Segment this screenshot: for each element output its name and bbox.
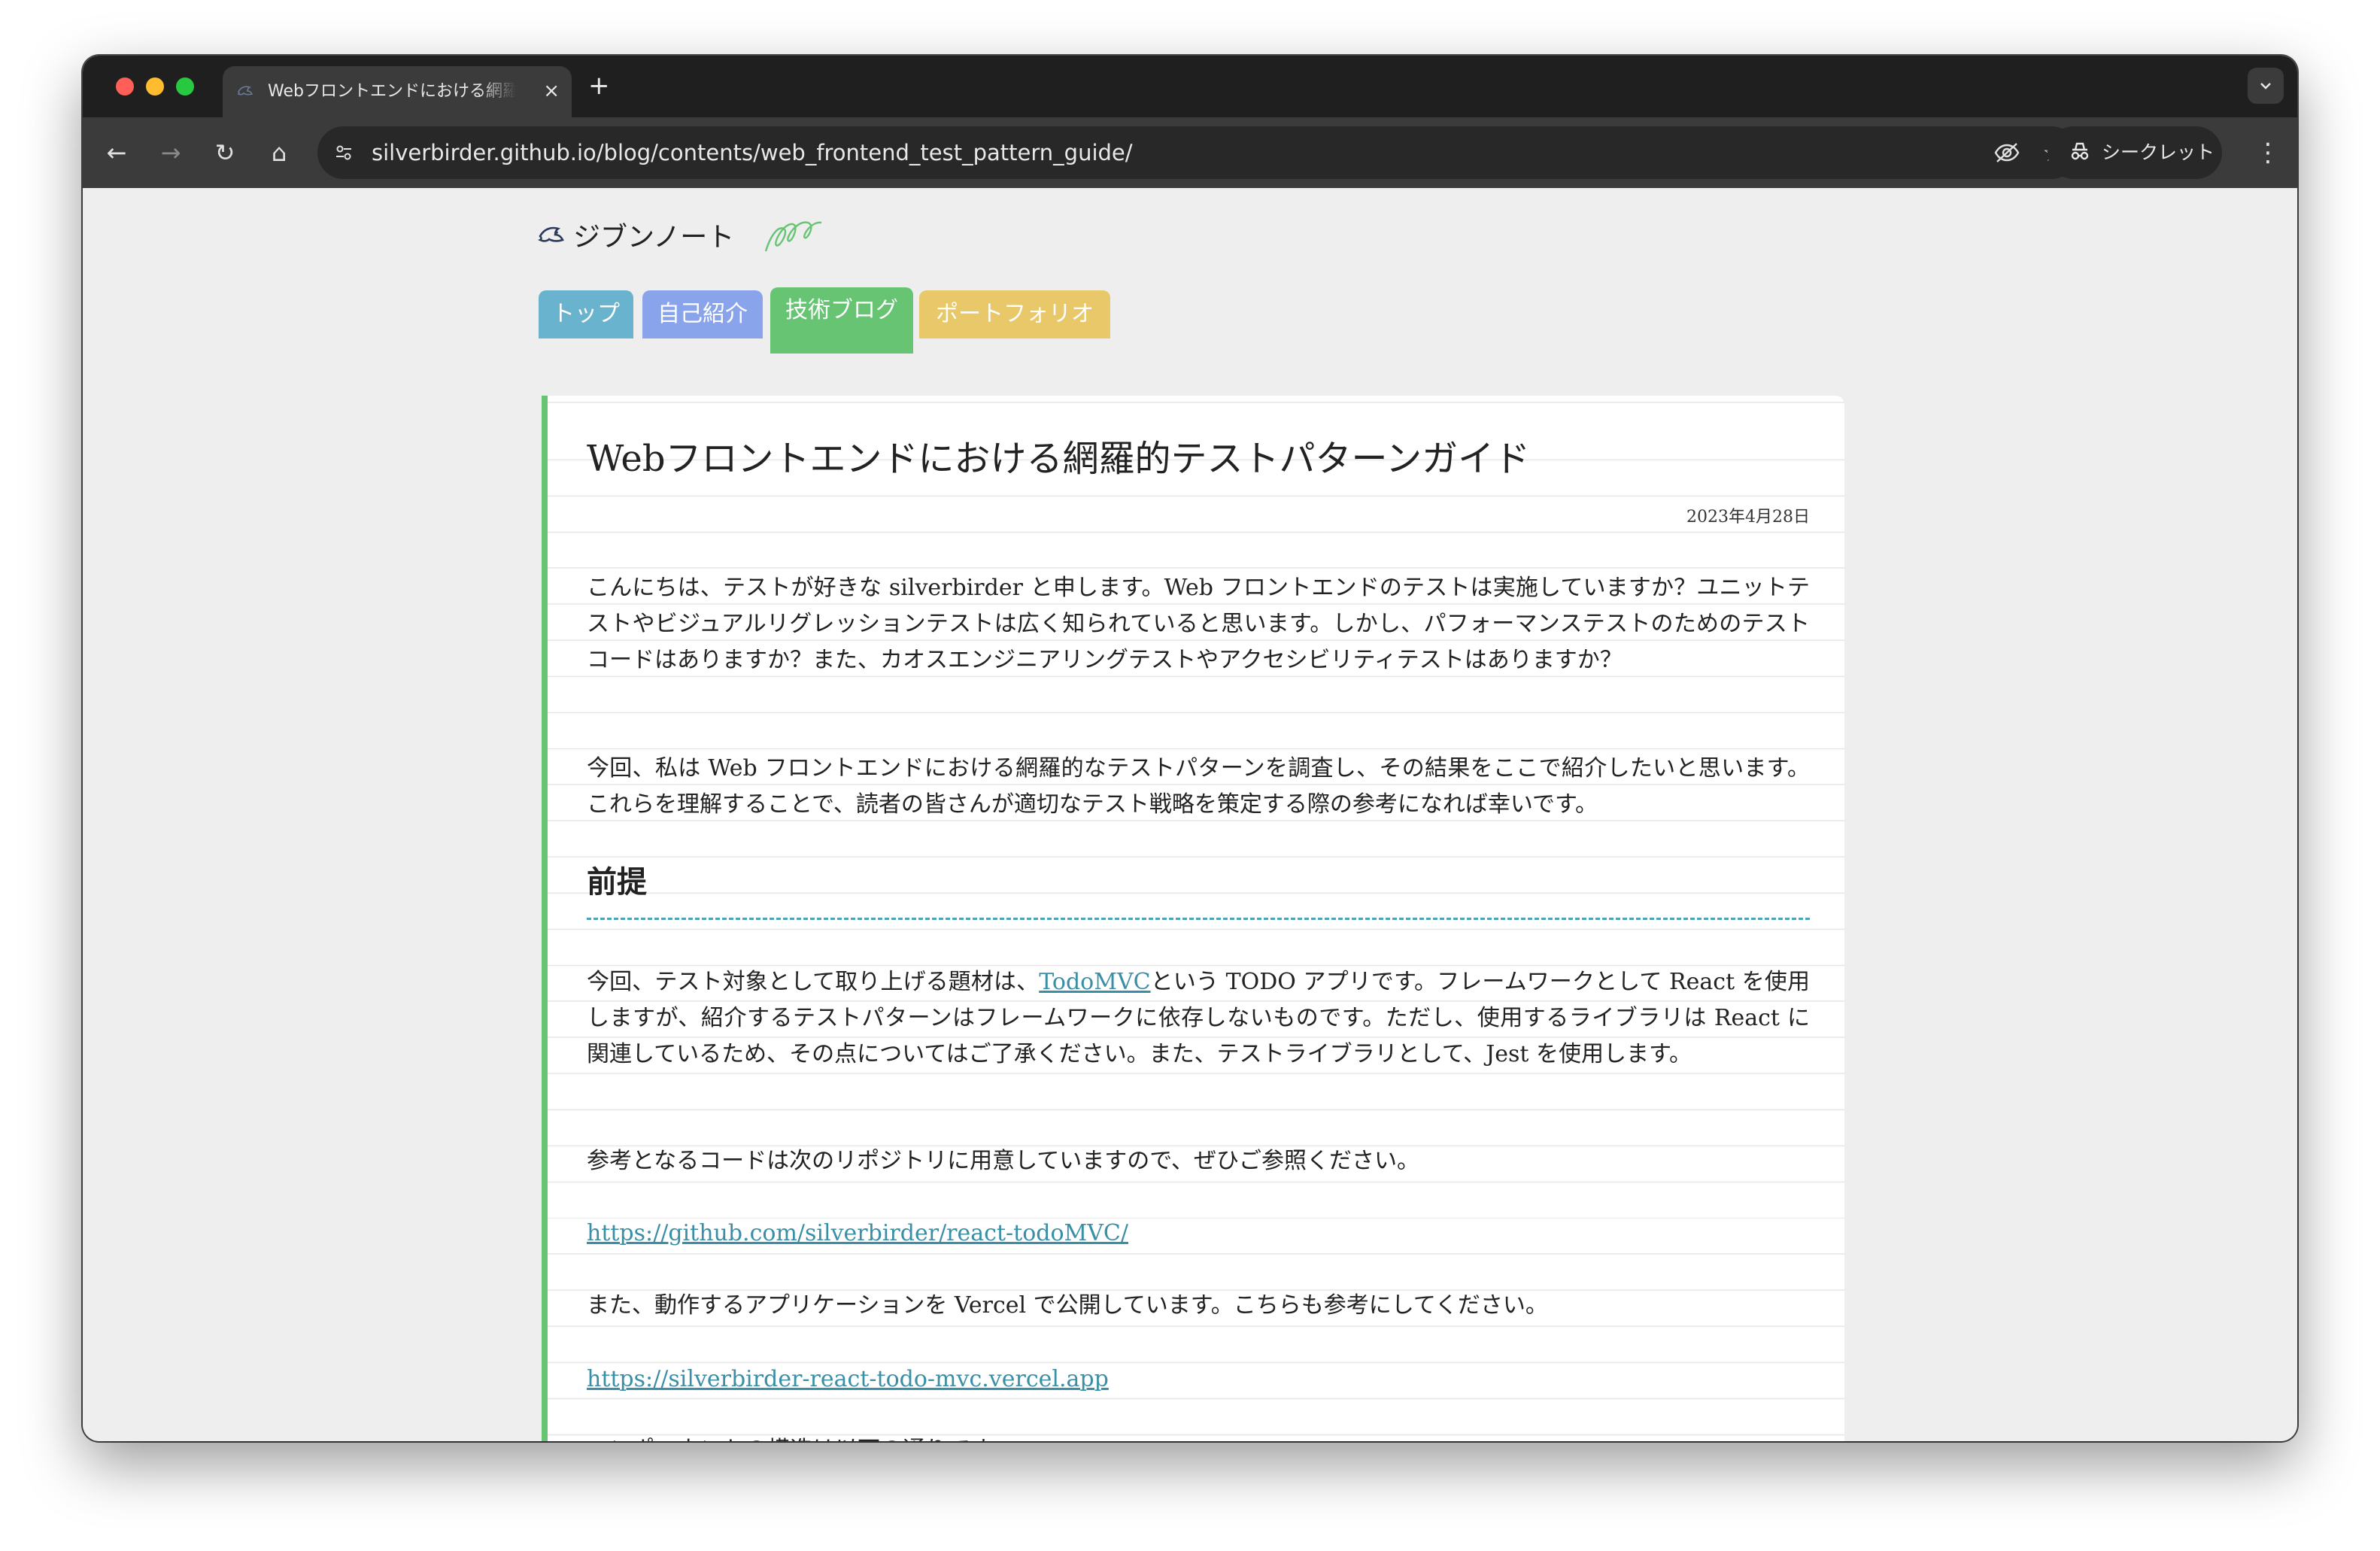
vercel-app-link[interactable]: https://silverbirder-react-todo-mvc.verc… — [587, 1366, 1109, 1392]
minimize-window-button[interactable] — [146, 77, 164, 96]
more-menu-icon[interactable]: ⋮ — [2255, 134, 2281, 171]
close-window-button[interactable] — [116, 77, 134, 96]
bird-favicon-icon — [236, 83, 254, 101]
incognito-indicator[interactable]: シークレット — [2048, 126, 2222, 179]
article-card: Webフロントエンドにおける網羅的テストパターンガイド 2023年4月28日 こ… — [542, 396, 1844, 1441]
incognito-label: シークレット — [2102, 141, 2215, 163]
swirl-decoration-icon — [763, 220, 838, 254]
address-bar[interactable]: silverbirder.github.io/blog/contents/web… — [317, 126, 2078, 179]
tab-search-button[interactable] — [2248, 68, 2284, 104]
section-heading-premise: 前提 — [587, 864, 647, 900]
nav-tab-tech-blog[interactable]: 技術ブログ — [770, 287, 913, 354]
repo-paragraph: 参考となるコードは次のリポジトリに用意していますので、ぜひご参照ください。 — [587, 1148, 1419, 1174]
intro-paragraph: こんにちは、テストが好きな silverbirder と申します。Web フロン… — [587, 575, 1810, 673]
vercel-paragraph: また、動作するアプリケーションを Vercel で公開しています。こちらも参考に… — [587, 1292, 1548, 1319]
new-tab-button[interactable]: + — [588, 72, 610, 99]
nav-tab-about[interactable]: 自己紹介 — [642, 290, 763, 338]
home-button[interactable]: ⌂ — [262, 135, 296, 170]
nav-tab-portfolio[interactable]: ポートフォリオ — [919, 290, 1110, 338]
zoom-window-button[interactable] — [176, 77, 194, 96]
nav-tab-top[interactable]: トップ — [539, 290, 633, 338]
page-viewport: ジブンノート トップ 自己紹介 技術ブログ ポートフォリオ Webフロントエンド… — [83, 188, 2297, 1441]
back-button[interactable]: ← — [99, 135, 134, 170]
browser-window: Webフロントエンドにおける網羅的テストパターンガイド × + ← → ↻ ⌂ … — [83, 56, 2297, 1441]
purpose-paragraph: 今回、私は Web フロントエンドにおける網羅的なテストパターンを調査し、その結… — [587, 755, 1810, 818]
premise-paragraph: 今回、テスト対象として取り上げる題材は、TodoMVCという TODO アプリで… — [587, 964, 1810, 1073]
article-date: 2023年4月28日 — [1686, 508, 1810, 527]
site-settings-icon[interactable] — [328, 137, 360, 168]
site-title: ジブンノート — [573, 222, 735, 253]
browser-tab[interactable]: Webフロントエンドにおける網羅的テストパターンガイド × — [223, 66, 572, 117]
vercel-link-paragraph: https://silverbirder-react-todo-mvc.verc… — [587, 1361, 1810, 1398]
github-repo-link-paragraph: https://github.com/silverbirder/react-to… — [587, 1216, 1810, 1252]
browser-toolbar: ← → ↻ ⌂ silverbirder.github.io/blog/cont… — [83, 117, 2297, 188]
github-repo-link[interactable]: https://github.com/silverbirder/react-to… — [587, 1220, 1128, 1246]
reload-button[interactable]: ↻ — [208, 135, 242, 170]
article-title: Webフロントエンドにおける網羅的テストパターンガイド — [587, 438, 1531, 480]
bird-logo-icon — [537, 221, 567, 251]
eye-slash-icon[interactable] — [1993, 137, 2020, 173]
tab-title: Webフロントエンドにおける網羅的テストパターンガイド — [268, 82, 516, 101]
tab-strip: Webフロントエンドにおける網羅的テストパターンガイド × + — [83, 56, 2297, 117]
premise-text-before: 今回、テスト対象として取り上げる題材は、 — [587, 969, 1040, 995]
tab-close-icon[interactable]: × — [543, 80, 560, 102]
heading-divider — [587, 918, 1810, 920]
incognito-icon — [2069, 140, 2091, 168]
todomvc-link[interactable]: TodoMVC — [1039, 969, 1150, 995]
url-text[interactable]: silverbirder.github.io/blog/contents/web… — [372, 140, 1133, 165]
structure-paragraph: コンポーネントの構造は以下の通りです。 — [587, 1432, 1810, 1441]
forward-button[interactable]: → — [153, 135, 188, 170]
